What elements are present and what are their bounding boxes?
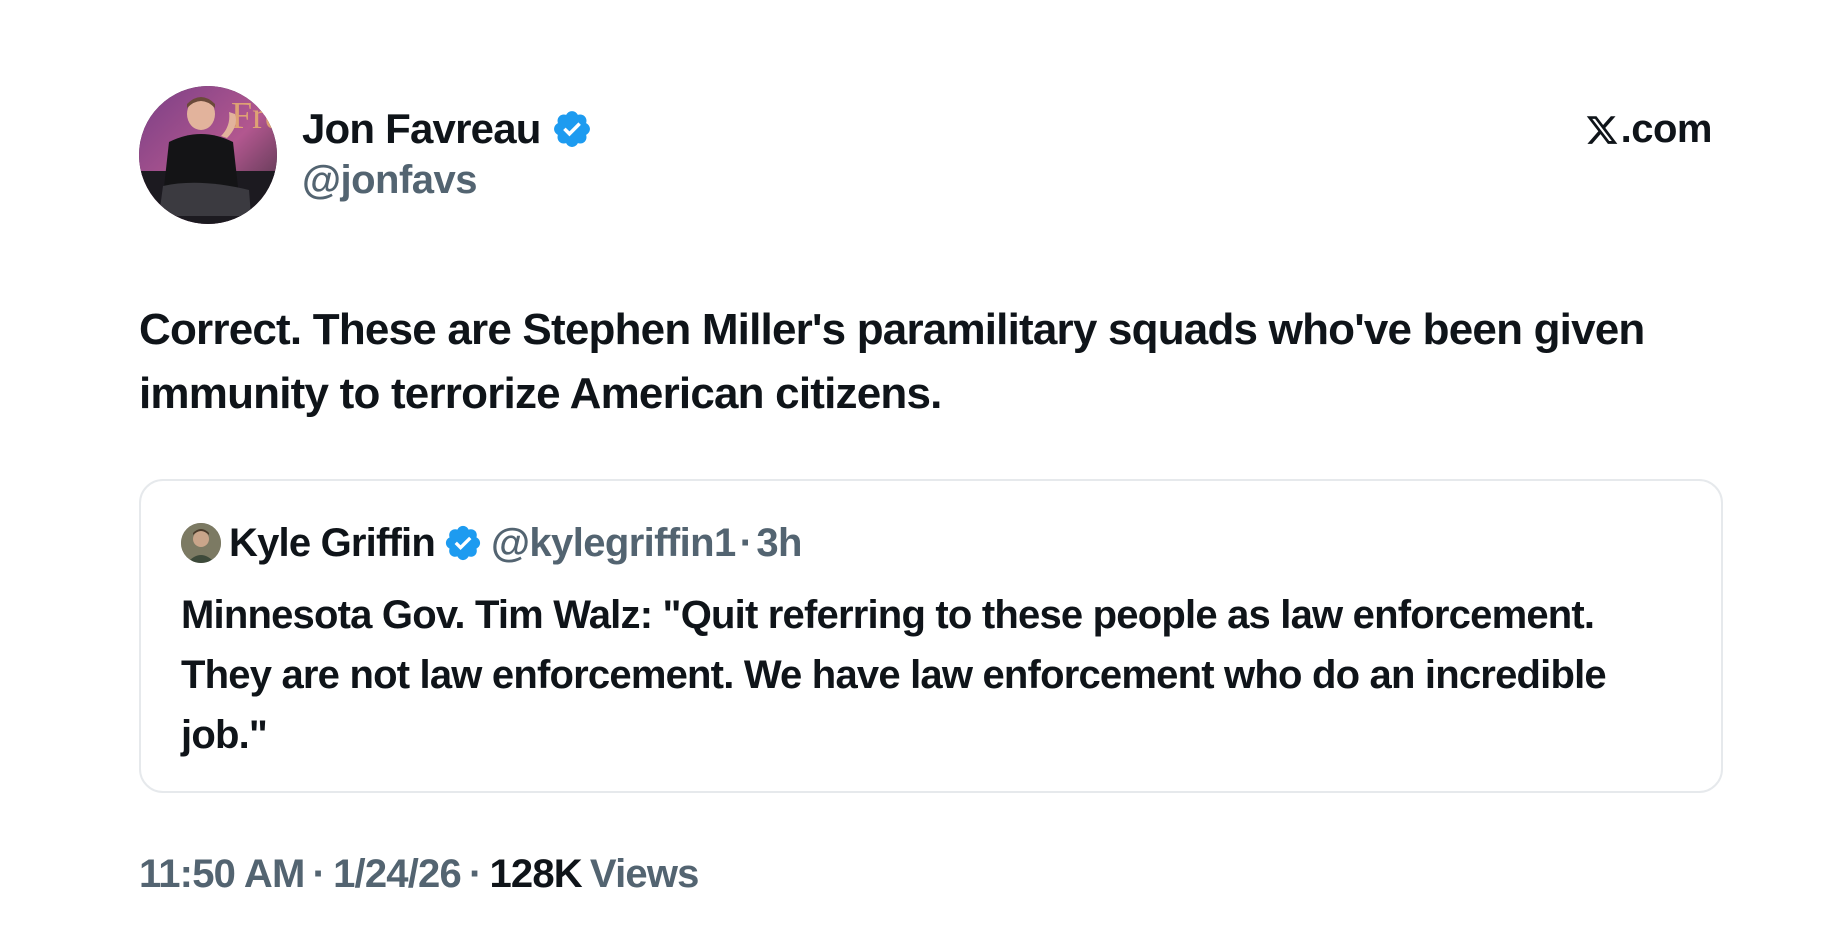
author-name[interactable]: Jon Favreau: [302, 105, 541, 153]
tweet-card: Fre Jon Favreau @jonfavs .com Correct. T…: [0, 0, 1825, 937]
quoted-tweet-card[interactable]: Kyle Griffin @kylegriffin1 · 3h Minnesot…: [139, 479, 1723, 793]
quoted-separator: ·: [739, 520, 753, 565]
quoted-avatar-photo-icon: [181, 523, 221, 563]
views-count: 128K: [489, 852, 582, 896]
tweet-date[interactable]: 1/24/26: [333, 852, 462, 897]
quoted-tweet-text: Minnesota Gov. Tim Walz: "Quit referring…: [181, 593, 1607, 757]
quoted-author-handle[interactable]: @kylegriffin1: [491, 521, 736, 566]
x-logo-icon: [1585, 112, 1619, 146]
author-avatar[interactable]: Fre: [139, 86, 277, 224]
author-handle[interactable]: @jonfavs: [302, 158, 478, 203]
quoted-verified-badge-icon: [443, 523, 483, 563]
views-label: Views: [589, 852, 699, 896]
tweet-time[interactable]: 11:50 AM: [139, 852, 305, 897]
avatar-photo-icon: Fre: [139, 86, 277, 224]
quoted-timestamp[interactable]: 3h: [756, 521, 802, 566]
verified-badge-icon: [551, 108, 593, 150]
tweet-meta: 11:50 AM · 1/24/26 · 128K Views: [139, 852, 699, 897]
site-label: .com: [1620, 106, 1713, 151]
quoted-author-avatar[interactable]: [181, 523, 221, 563]
meta-separator: ·: [468, 852, 482, 896]
svg-text:Fre: Fre: [231, 95, 277, 137]
quoted-tweet-header: Kyle Griffin @kylegriffin1 · 3h: [181, 518, 802, 568]
author-name-row: Jon Favreau: [302, 104, 593, 154]
meta-separator: ·: [312, 852, 326, 896]
quoted-author-name[interactable]: Kyle Griffin: [229, 521, 436, 566]
tweet-text: Correct. These are Stephen Miller's para…: [139, 305, 1645, 418]
site-brand: .com: [1585, 104, 1713, 154]
